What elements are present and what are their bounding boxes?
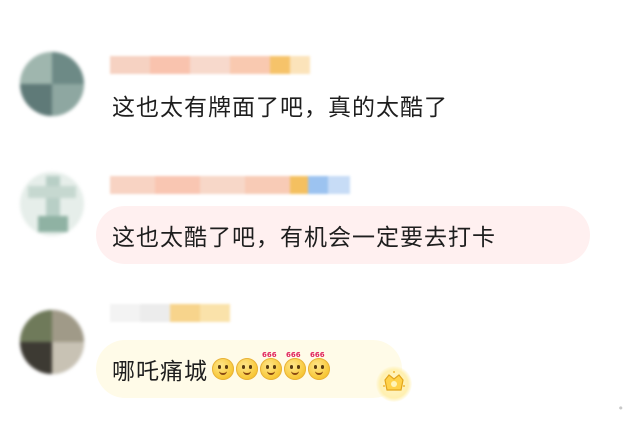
comment-bubble[interactable]: 这也太酷了吧，有机会一定要去打卡 [96,206,590,264]
flower-face-emoji [236,358,258,380]
crown-star-badge-icon [376,366,412,402]
comment-screenshot: { "comments": [ { "text": "这也太有牌面了吧，真的太酷… [0,0,640,421]
avatar[interactable] [20,52,84,116]
666-face-emoji: 666 [308,351,330,380]
watermark: • [617,402,625,415]
username-blurred [110,176,350,194]
username-blurred [110,56,310,74]
comment-bubble[interactable]: 这也太有牌面了吧，真的太酷了 [96,76,496,134]
avatar[interactable] [20,172,84,236]
666-face-emoji: 666 [260,351,282,380]
comment-text: 哪吒痛城 [112,359,208,385]
comment-text: 这也太酷了吧，有机会一定要去打卡 [112,225,496,251]
username-blurred [110,304,230,322]
avatar[interactable] [20,310,84,374]
666-face-emoji: 666 [284,351,306,380]
laughing-face-emoji [212,358,234,380]
comment-text: 这也太有牌面了吧，真的太酷了 [112,95,448,121]
emoji-row: 666 666 666 [212,351,332,380]
comment-bubble[interactable]: 哪吒痛城 666 666 666 [96,340,402,398]
